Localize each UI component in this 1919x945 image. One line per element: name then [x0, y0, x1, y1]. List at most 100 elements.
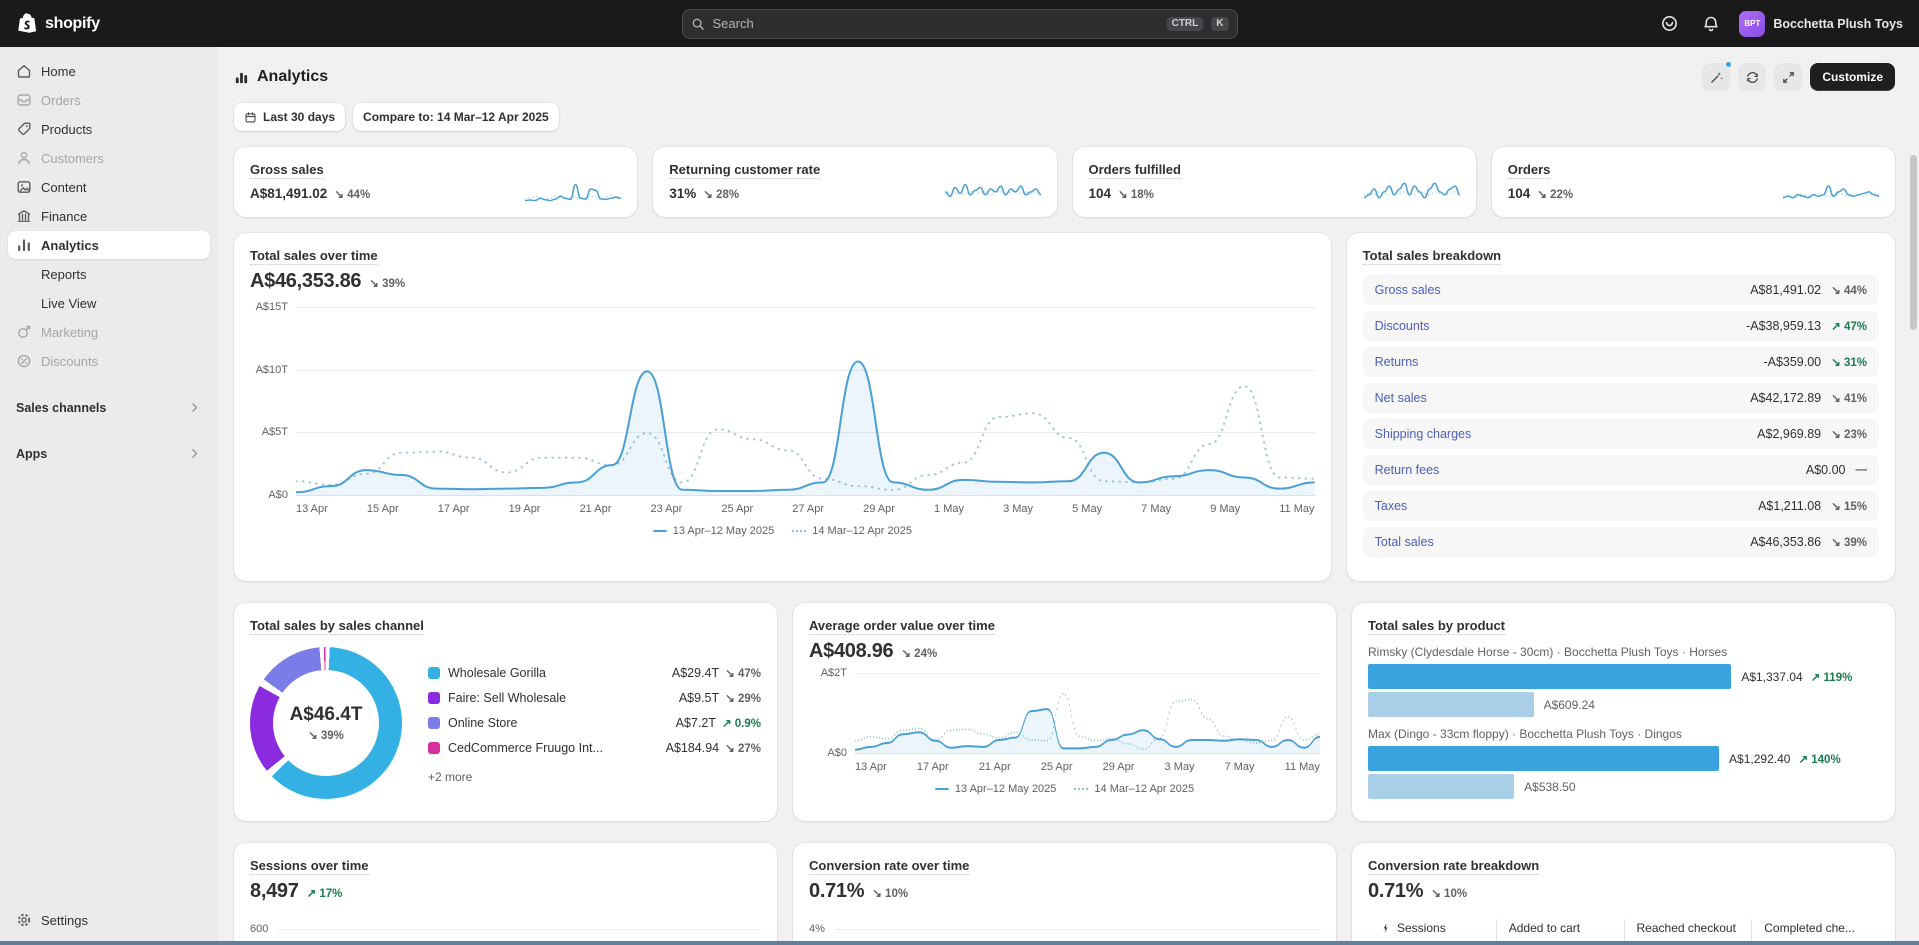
- topbar: shopify CTRL K BPT Bocchetta Plush Toys: [0, 0, 1919, 47]
- store-menu[interactable]: BPT Bocchetta Plush Toys: [1739, 10, 1903, 37]
- total-sales-breakdown-card: Total sales breakdown Gross sales A$81,49…: [1346, 233, 1895, 581]
- kpi-returning-customer-rate: Returning customer rate 31% ↘ 28%: [653, 147, 1057, 217]
- breakdown-row: Total sales A$46,353.86 ↘ 39%: [1362, 527, 1879, 557]
- chart-legend: 13 Apr–12 May 2025 14 Mar–12 Apr 2025: [250, 525, 1315, 537]
- store-name: Bocchetta Plush Toys: [1773, 16, 1903, 31]
- section-label: Apps: [16, 447, 48, 461]
- sidebar-item-analytics[interactable]: Analytics: [8, 231, 210, 259]
- magic-wand-icon[interactable]: [1702, 60, 1734, 91]
- conversion-rate-over-time-card: Conversion rate over time 0.71% ↘ 10% 4%: [793, 843, 1336, 945]
- aov-value: A$408.96: [809, 640, 894, 662]
- sidebar-item-settings[interactable]: Settings: [8, 906, 210, 934]
- breakdown-row: Gross sales A$81,491.02 ↘ 44%: [1362, 275, 1879, 305]
- content-icon: [16, 179, 32, 195]
- breakdown-link[interactable]: Total sales: [1375, 535, 1434, 549]
- breakdown-link[interactable]: Discounts: [1375, 319, 1430, 333]
- kpi-label[interactable]: Orders fulfilled: [1088, 162, 1181, 179]
- donut-center-delta: ↘ 39%: [308, 730, 344, 742]
- section-label: Sales channels: [16, 401, 107, 415]
- card-title[interactable]: Total sales over time: [250, 248, 378, 265]
- card-title[interactable]: Average order value over time: [809, 618, 995, 635]
- previous-period-bar: [1368, 774, 1515, 799]
- product-name: Max (Dingo - 33cm floppy) · Bocchetta Pl…: [1368, 727, 1682, 741]
- conversion-breakdown-delta: ↘ 10%: [1431, 888, 1468, 900]
- kpi-label[interactable]: Gross sales: [250, 162, 324, 179]
- sidebar-item-label: Content: [41, 179, 87, 195]
- previous-period-bar: [1368, 692, 1534, 717]
- channel-donut-chart: A$46.4T ↘ 39%: [250, 647, 402, 799]
- orders-icon: [16, 92, 32, 108]
- breakdown-row: Returns -A$359.00 ↘ 31%: [1362, 347, 1879, 377]
- sidebar-item-products[interactable]: Products: [8, 115, 210, 143]
- compare-button[interactable]: Compare to: 14 Mar–12 Apr 2025: [353, 103, 559, 131]
- customize-button[interactable]: Customize: [1810, 63, 1895, 91]
- average-order-value-card: Average order value over time A$408.96 ↘…: [793, 603, 1336, 821]
- expand-icon[interactable]: [1774, 63, 1803, 91]
- sparkline-chart: [1782, 173, 1880, 205]
- scrollbar[interactable]: [1910, 155, 1917, 330]
- breakdown-link[interactable]: Returns: [1375, 355, 1419, 369]
- customers-icon: [16, 150, 32, 166]
- sidebar-section-apps[interactable]: Apps: [0, 440, 218, 468]
- sessions-over-time-card: Sessions over time 8,497 ↗ 17% 600: [234, 843, 777, 945]
- kpi-value: 104: [1088, 186, 1112, 201]
- breakdown-link[interactable]: Net sales: [1375, 391, 1427, 405]
- card-title[interactable]: Sessions over time: [250, 858, 369, 875]
- date-range-button[interactable]: Last 30 days: [234, 103, 346, 131]
- conversion-breakdown-card: Conversion rate breakdown 0.71% ↘ 10% Se…: [1352, 843, 1895, 945]
- page-title: Analytics: [234, 68, 328, 86]
- refresh-icon[interactable]: [1738, 63, 1767, 91]
- card-title[interactable]: Total sales breakdown: [1362, 248, 1502, 265]
- card-title[interactable]: Conversion rate breakdown: [1368, 858, 1540, 875]
- bottom-strip: [0, 941, 1919, 945]
- home-icon: [16, 63, 32, 79]
- product-group: Max (Dingo - 33cm floppy) · Bocchetta Pl…: [1368, 727, 1879, 799]
- search-input[interactable]: [712, 16, 1159, 31]
- discounts-icon: [16, 353, 32, 369]
- legend-solid-swatch: [934, 788, 949, 790]
- sidebar-item-live-view[interactable]: Live View: [8, 289, 210, 317]
- sessions-value: 8,497: [250, 880, 299, 902]
- kpi-label[interactable]: Returning customer rate: [669, 162, 821, 179]
- sidebar-item-label: Live View: [41, 295, 97, 311]
- sidebar-item-home[interactable]: Home: [8, 57, 210, 85]
- breakdown-link[interactable]: Shipping charges: [1375, 427, 1472, 441]
- card-title[interactable]: Total sales by product: [1368, 618, 1506, 635]
- breakdown-link[interactable]: Gross sales: [1375, 283, 1441, 297]
- sidebar: Home Orders Products Customers Content F…: [0, 47, 218, 945]
- breakdown-row: Return fees A$0.00—: [1362, 455, 1879, 485]
- sparkline-chart: [1363, 173, 1461, 205]
- y-axis: A$2T A$0: [820, 667, 847, 759]
- sidebar-item-label: Reports: [41, 266, 87, 282]
- sidekick-icon[interactable]: [1655, 10, 1683, 38]
- analytics-title-icon: [234, 70, 249, 85]
- sidebar-item-reports[interactable]: Reports: [8, 260, 210, 288]
- sidebar-item-label: Home: [41, 63, 76, 79]
- settings-gear-icon: [16, 912, 32, 928]
- breakdown-row: Shipping charges A$2,969.89 ↘ 23%: [1362, 419, 1879, 449]
- sidebar-item-content[interactable]: Content: [8, 173, 210, 201]
- legend-dotted-swatch: [792, 530, 807, 532]
- kpi-gross-sales: Gross sales A$81,491.02 ↘ 44%: [234, 147, 638, 217]
- chevron-right-icon: [188, 447, 202, 461]
- shopify-logo[interactable]: shopify: [16, 12, 236, 36]
- sidebar-item-finance[interactable]: Finance: [8, 202, 210, 230]
- card-title[interactable]: Conversion rate over time: [809, 858, 970, 875]
- sidebar-item-label: Products: [41, 121, 93, 137]
- calendar-icon: [244, 111, 257, 124]
- breakdown-link[interactable]: Return fees: [1375, 463, 1440, 477]
- total-sales-over-time-card: Total sales over time A$46,353.86 ↘ 39% …: [234, 233, 1331, 581]
- kpi-delta: ↘ 22%: [1537, 189, 1574, 201]
- notification-bell-icon[interactable]: [1697, 10, 1725, 38]
- sparkline-chart: [524, 173, 622, 205]
- kpi-delta: ↘ 18%: [1118, 189, 1154, 201]
- card-title[interactable]: Total sales by sales channel: [250, 618, 424, 635]
- more-channels-link[interactable]: +2 more: [428, 770, 472, 784]
- global-search[interactable]: CTRL K: [681, 8, 1238, 39]
- kpi-label[interactable]: Orders: [1507, 162, 1551, 179]
- sidebar-item-label: Settings: [41, 912, 88, 928]
- shopify-wordmark: shopify: [45, 14, 100, 32]
- x-axis: 13 Apr 17 Apr 21 Apr 25 Apr 29 Apr 3 May 7 May…: [855, 761, 1320, 773]
- breakdown-link[interactable]: Taxes: [1375, 499, 1408, 513]
- sidebar-section-sales-channels[interactable]: Sales channels: [0, 394, 218, 422]
